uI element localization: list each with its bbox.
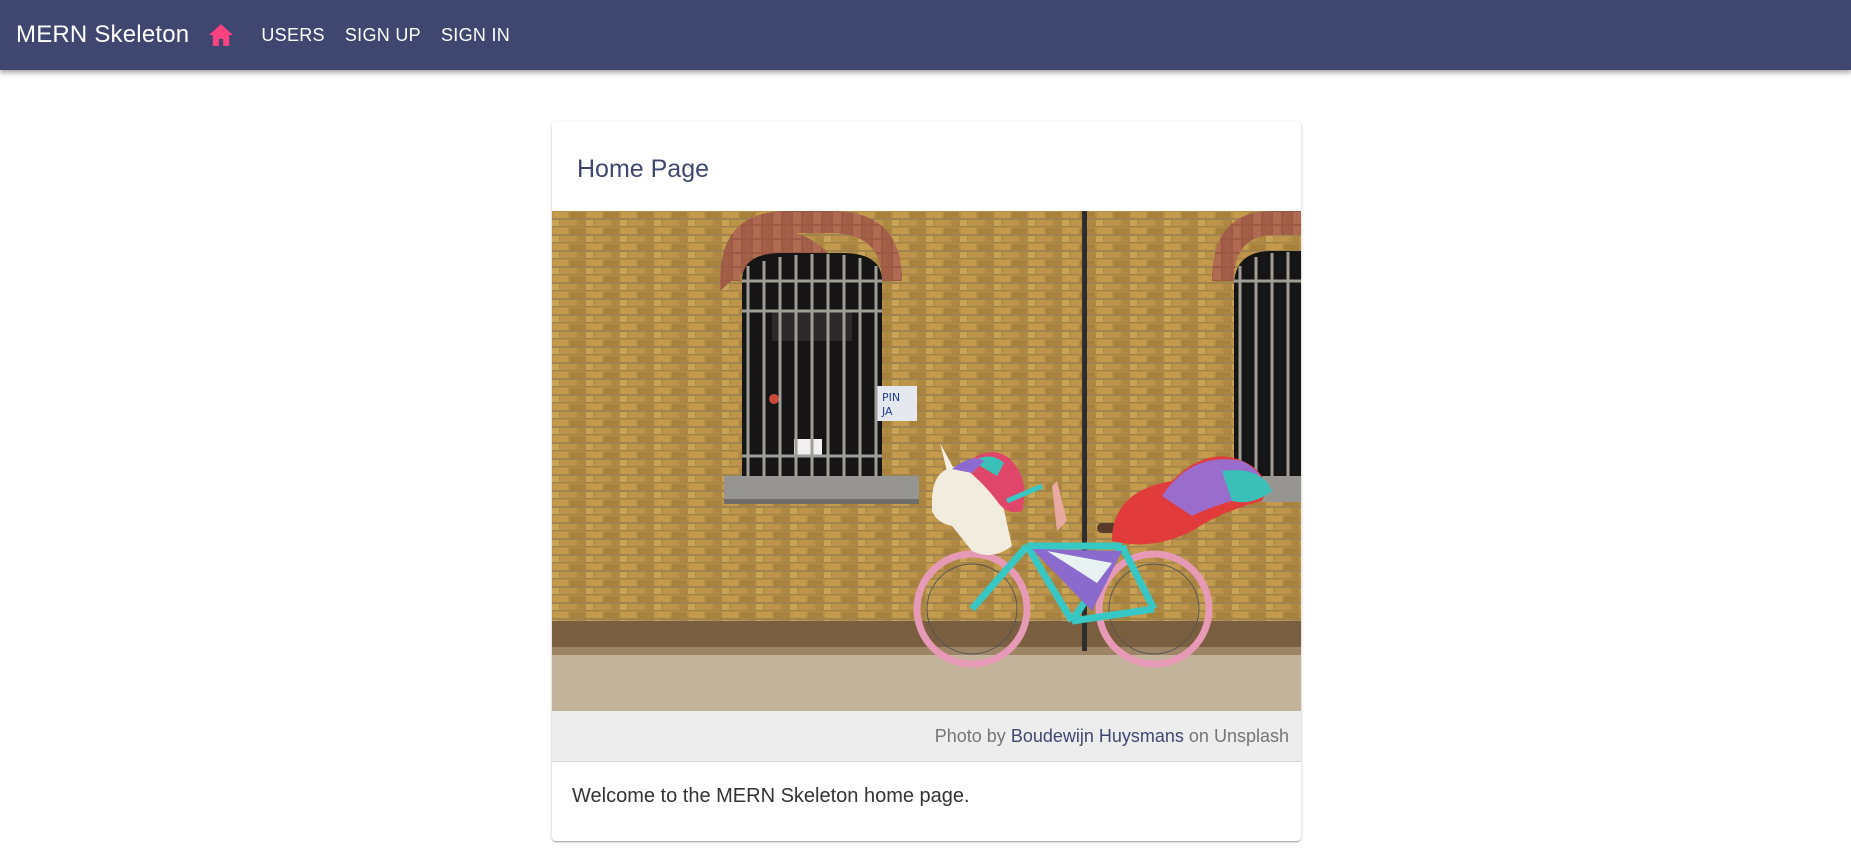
nav-signin-button[interactable]: SIGN IN (431, 17, 520, 54)
unicorn-bike-photo: PIN JA (552, 211, 1301, 711)
photo-credit-suffix: on Unsplash (1188, 726, 1289, 746)
nav-users-button[interactable]: USERS (251, 17, 335, 54)
card-title: Home Page (577, 155, 710, 183)
app-title: MERN Skeleton (16, 21, 190, 48)
app-bar: MERN Skeleton USERS SIGN UP SIGN IN (0, 0, 1851, 70)
nav-signup-button[interactable]: SIGN UP (335, 17, 431, 54)
welcome-text: Welcome to the MERN Skeleton home page. (572, 785, 970, 807)
svg-text:PIN: PIN (882, 391, 900, 404)
home-card: Home Page PIN JA Photo by Boudewijn Huys… (552, 121, 1301, 841)
card-media-image: PIN JA (552, 211, 1301, 711)
photo-credit: Photo by Boudewijn Huysmans on Unsplash (552, 711, 1301, 762)
photo-credit-prefix: Photo by (934, 726, 1006, 746)
home-button[interactable] (205, 19, 237, 51)
home-icon (209, 24, 234, 46)
photo-author-link[interactable]: Boudewijn Huysmans (1011, 726, 1184, 746)
svg-text:JA: JA (881, 405, 893, 418)
